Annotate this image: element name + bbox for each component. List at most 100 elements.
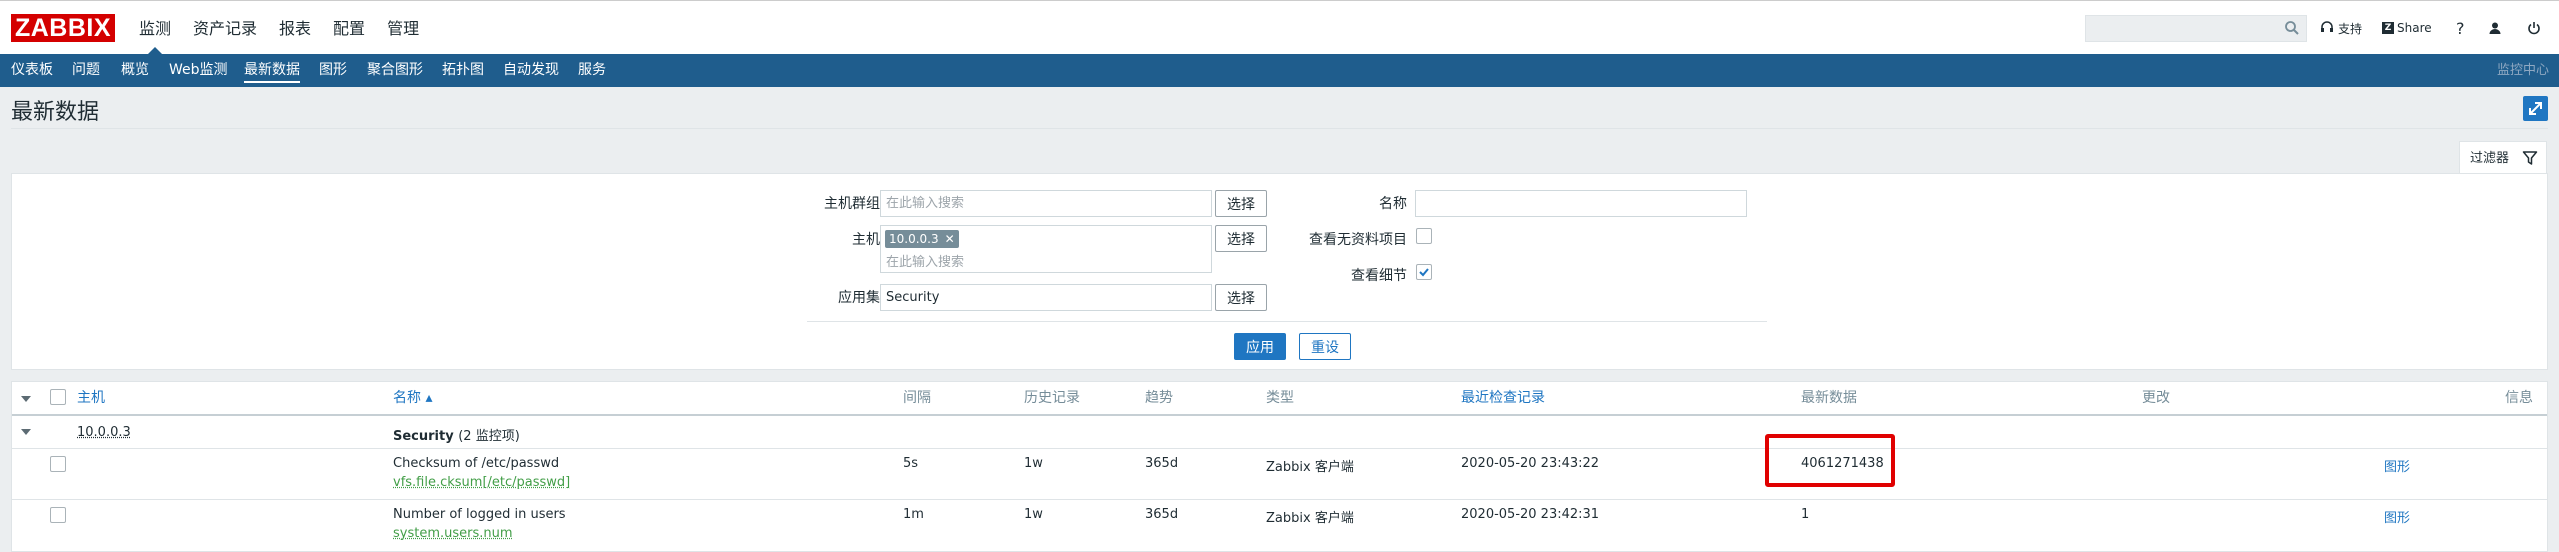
item-key[interactable]: vfs.file.cksum[/etc/passwd]: [393, 475, 570, 490]
row-divider: [12, 448, 2547, 449]
item-graph-link[interactable]: 图形: [2384, 507, 2410, 526]
name-label: 名称: [1379, 196, 1407, 212]
column-header-interval: 间隔: [903, 390, 931, 406]
host-multiselect[interactable]: 10.0.0.3 ✕ 在此输入搜索: [880, 225, 1212, 273]
subnav-latest-data[interactable]: 最新数据: [244, 54, 300, 87]
reset-button[interactable]: 重设: [1299, 333, 1351, 360]
power-icon[interactable]: [2527, 1, 2541, 55]
monitoring-center-label[interactable]: 监控中心: [2497, 54, 2549, 87]
application-label: 应用集: [838, 290, 880, 306]
item-trends: 365d: [1145, 456, 1179, 471]
subnav-dashboard[interactable]: 仪表板: [11, 54, 53, 87]
row-divider: [12, 499, 2547, 500]
filter-tab-label: 过滤器: [2470, 151, 2510, 166]
menu-reports[interactable]: 报表: [268, 1, 322, 55]
row-checkbox[interactable]: [50, 456, 66, 472]
subnav-maps[interactable]: 拓扑图: [442, 54, 484, 87]
item-last-check: 2020-05-20 23:42:31: [1461, 507, 1600, 522]
share-icon: Z: [2382, 22, 2394, 34]
show-no-data-checkbox[interactable]: [1416, 228, 1432, 244]
item-interval: 5s: [903, 456, 919, 471]
subnav-problems[interactable]: 问题: [72, 54, 100, 87]
item-history: 1w: [1024, 507, 1043, 522]
item-type: Zabbix 客户端: [1266, 511, 1354, 526]
show-no-data-label: 查看无资料项目: [1309, 232, 1407, 248]
latest-data-table: 主机 名称 ▴ 间隔 历史记录 趋势 类型 最近检查记录 最新数据 更改 信息 …: [11, 381, 2548, 552]
zabbix-logo[interactable]: ZABBIX: [11, 14, 115, 42]
host-search-placeholder[interactable]: 在此输入搜索: [886, 251, 964, 270]
search-icon[interactable]: [2284, 20, 2300, 36]
expand-icon: [2529, 102, 2542, 115]
column-header-info: 信息: [2505, 390, 2533, 406]
subnav-services[interactable]: 服务: [578, 54, 606, 87]
subnav-screens[interactable]: 聚合图形: [367, 54, 423, 87]
title-divider: [11, 128, 2548, 129]
column-header-trends: 趋势: [1145, 390, 1173, 406]
subnav-graphs[interactable]: 图形: [319, 54, 347, 87]
support-link[interactable]: 支持: [2320, 1, 2362, 55]
main-menu: 监测 资产记录 报表 配置 管理: [128, 1, 430, 55]
column-header-host[interactable]: 主机: [77, 382, 105, 414]
column-header-history: 历史记录: [1024, 390, 1080, 406]
group-host[interactable]: 10.0.0.3: [77, 425, 131, 440]
headset-icon: [2321, 21, 2333, 32]
host-group-input[interactable]: [880, 190, 1212, 217]
collapse-group-icon[interactable]: [21, 429, 31, 435]
name-input[interactable]: [1415, 190, 1747, 217]
user-profile-icon[interactable]: [2488, 1, 2502, 55]
filter-tab[interactable]: 过滤器: [2459, 141, 2547, 174]
group-application-name: Security: [393, 429, 454, 444]
item-interval: 1m: [903, 507, 924, 522]
subnav-web[interactable]: Web监测: [169, 54, 228, 87]
column-header-type: 类型: [1266, 390, 1294, 406]
host-label: 主机: [852, 232, 880, 248]
top-header: ZABBIX 监测 资产记录 报表 配置 管理 支持 Z Share ?: [0, 0, 2559, 55]
support-label: 支持: [2338, 21, 2363, 36]
host-tag-label: 10.0.0.3: [889, 232, 939, 246]
menu-administration[interactable]: 管理: [376, 1, 430, 55]
item-last-check: 2020-05-20 23:43:22: [1461, 456, 1600, 471]
group-item-count: (2 监控项): [458, 429, 520, 444]
item-history: 1w: [1024, 456, 1043, 471]
host-group-select-button[interactable]: 选择: [1215, 190, 1267, 217]
item-name: Number of logged in users: [393, 507, 566, 522]
item-type: Zabbix 客户端: [1266, 460, 1354, 475]
page-title: 最新数据: [11, 100, 100, 125]
table-header-divider: [12, 414, 2547, 416]
host-group-label: 主机群组: [824, 196, 880, 212]
help-icon[interactable]: ?: [2456, 1, 2465, 55]
share-link[interactable]: Z Share: [2382, 1, 2432, 55]
column-header-name[interactable]: 名称 ▴: [393, 382, 432, 414]
application-select-button[interactable]: 选择: [1215, 284, 1267, 311]
item-last-value: 1: [1801, 507, 1810, 522]
row-checkbox[interactable]: [50, 507, 66, 523]
filter-icon: [2522, 151, 2538, 165]
filter-panel: 主机群组 选择 主机 10.0.0.3✕ 在此输入搜索 选择 应用集 选择 名称…: [11, 173, 2548, 370]
global-search-input[interactable]: [2085, 15, 2307, 42]
subnav-discovery[interactable]: 自动发现: [503, 54, 559, 87]
show-details-checkbox[interactable]: [1416, 264, 1432, 280]
host-tag: 10.0.0.3 ✕: [885, 230, 959, 248]
checkmark-icon: [1419, 268, 1429, 277]
fullscreen-button[interactable]: [2523, 96, 2548, 121]
column-header-last-check[interactable]: 最近检查记录: [1461, 382, 1545, 414]
collapse-all-icon[interactable]: [21, 396, 31, 402]
item-trends: 365d: [1145, 507, 1179, 522]
subnav-overview[interactable]: 概览: [121, 54, 149, 87]
column-header-change: 更改: [2142, 390, 2170, 406]
group-application: Security (2 监控项): [393, 425, 520, 444]
application-input[interactable]: [880, 284, 1212, 311]
menu-configuration[interactable]: 配置: [322, 1, 376, 55]
remove-tag-icon[interactable]: ✕: [945, 232, 955, 246]
apply-button[interactable]: 应用: [1234, 333, 1286, 360]
menu-inventory[interactable]: 资产记录: [182, 1, 268, 55]
item-key[interactable]: system.users.num: [393, 526, 513, 541]
item-last-value: 4061271438: [1801, 456, 1884, 471]
item-graph-link[interactable]: 图形: [2384, 456, 2410, 475]
item-name: Checksum of /etc/passwd: [393, 456, 560, 471]
show-details-label: 查看细节: [1351, 268, 1407, 284]
select-all-checkbox[interactable]: [50, 389, 66, 405]
sub-navigation: 仪表板 问题 概览 Web监测 最新数据 图形 聚合图形 拓扑图 自动发现 服务…: [0, 54, 2559, 87]
share-label: Share: [2397, 21, 2432, 35]
menu-monitoring[interactable]: 监测: [128, 1, 182, 55]
